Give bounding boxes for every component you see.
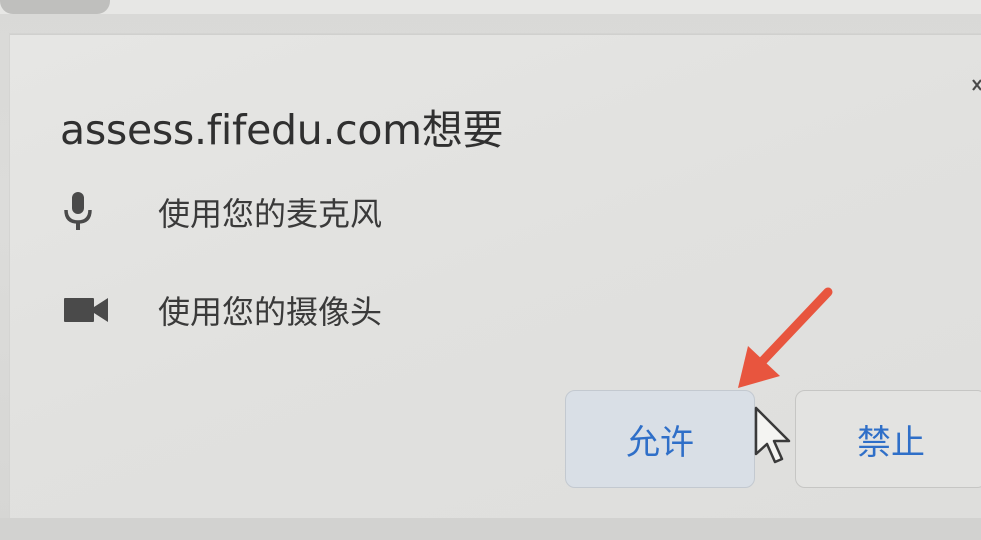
microphone-icon [62,190,118,234]
permission-label: 使用您的麦克风 [158,195,383,233]
video-camera-icon [62,288,118,332]
bottom-edge [0,518,981,540]
permission-label: 使用您的摄像头 [158,293,383,331]
screenshot-frame: assess.fifedu.com想要 使用您的麦克风 使用您的摄像头 允许 禁… [0,0,981,540]
deny-button[interactable]: 禁止 [795,390,981,488]
permission-row-camera: 使用您的摄像头 [62,288,382,332]
close-icon[interactable] [970,76,981,94]
red-arrow-annotation [738,287,833,388]
allow-button[interactable]: 允许 [565,390,755,488]
browser-top-strip [0,0,981,14]
dialog-title: assess.fifedu.com想要 [60,106,504,154]
mouse-cursor-icon [754,406,791,464]
permission-row-microphone: 使用您的麦克风 [62,190,382,234]
address-bar-edge [0,0,110,14]
